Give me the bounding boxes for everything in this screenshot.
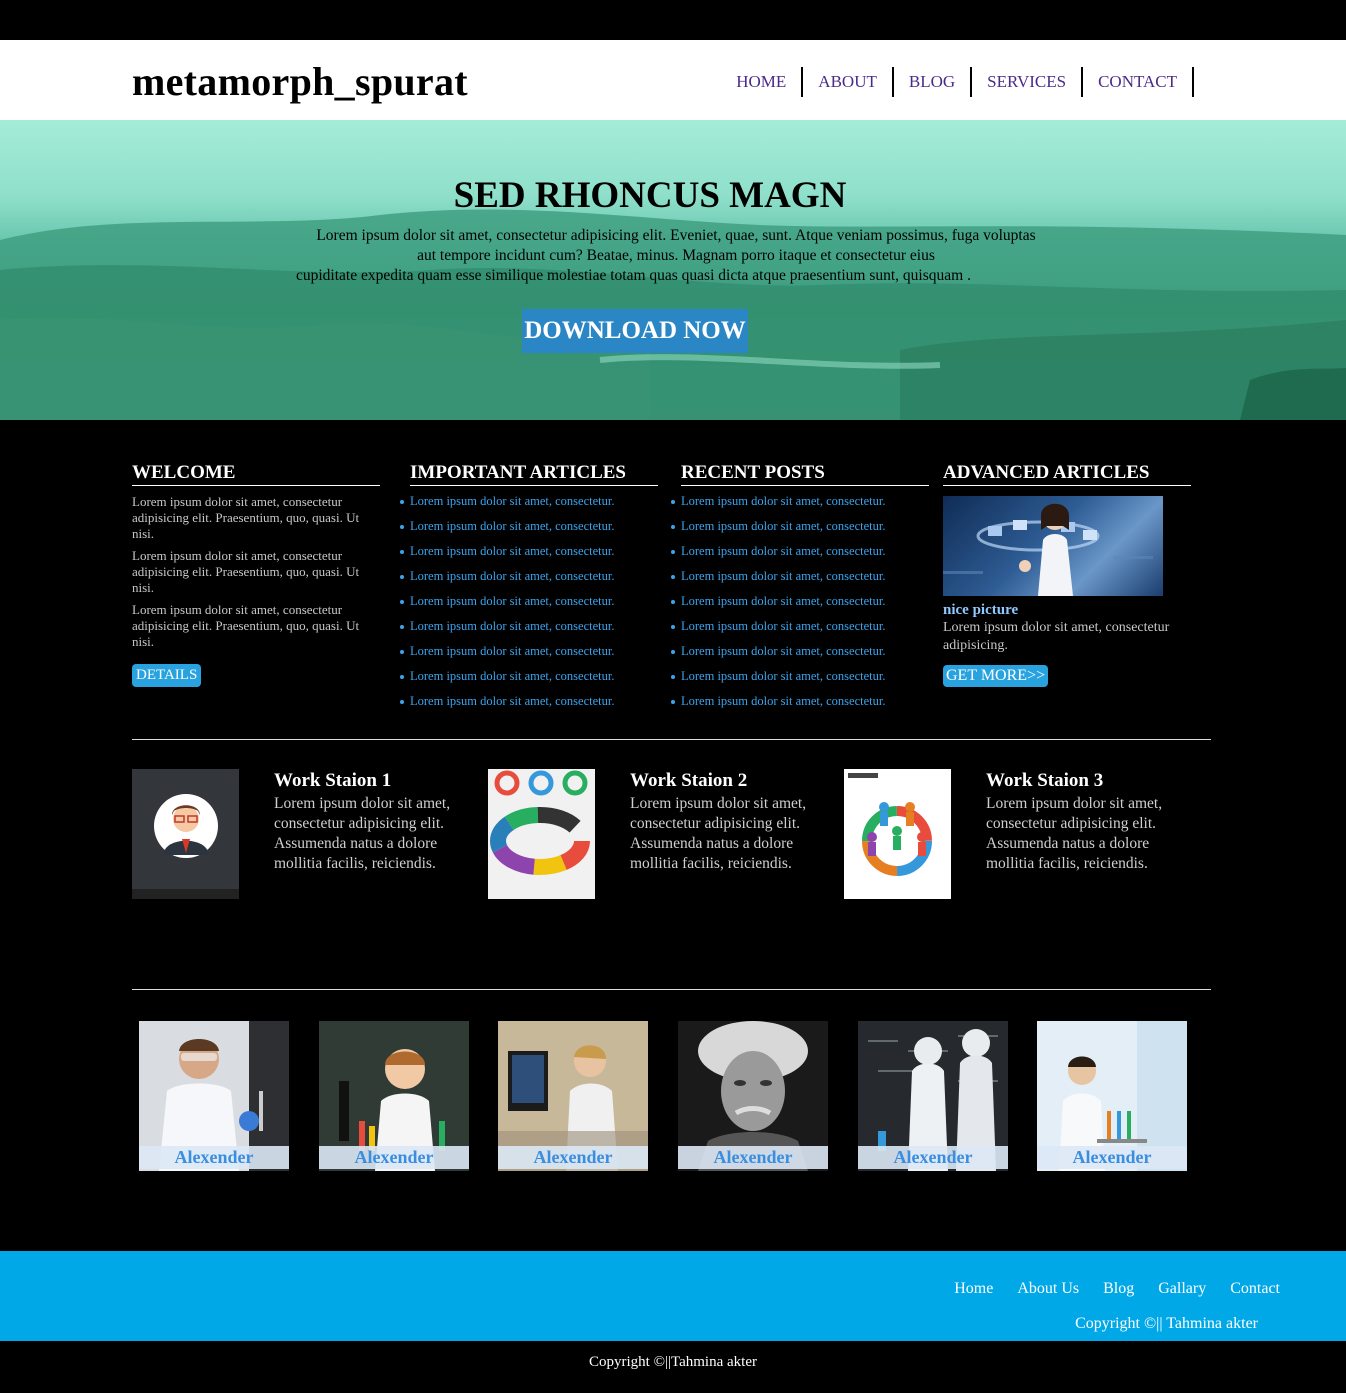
site-footer: Home About Us Blog Gallary Contact Copyr…: [0, 1251, 1346, 1341]
footer-link-gallary[interactable]: Gallary: [1158, 1280, 1206, 1298]
footer-link-blog[interactable]: Blog: [1103, 1280, 1134, 1298]
important-articles-section: IMPORTANT ARTICLES Lorem ipsum dolor sit…: [400, 462, 658, 719]
article-link[interactable]: Lorem ipsum dolor sit amet, consectetur.: [400, 619, 658, 644]
post-link[interactable]: Lorem ipsum dolor sit amet, consectetur.: [671, 544, 929, 569]
footer-link-about-us[interactable]: About Us: [1017, 1280, 1079, 1298]
nav-about[interactable]: ABOUT: [803, 67, 894, 97]
team-member-card[interactable]: Alexender: [858, 1021, 1008, 1171]
important-articles-list: Lorem ipsum dolor sit amet, consectetur.…: [400, 494, 658, 719]
team-member-card[interactable]: Alexender: [1037, 1021, 1187, 1171]
post-link[interactable]: Lorem ipsum dolor sit amet, consectetur.: [671, 619, 929, 644]
woman-tech-illustration: [943, 503, 1153, 596]
hero-text-line: aut tempore incidunt cum? Beatae, minus.…: [417, 247, 935, 264]
team-member-card[interactable]: Alexender: [319, 1021, 469, 1171]
team-member-card[interactable]: Alexender: [498, 1021, 648, 1171]
welcome-heading: WELCOME: [132, 462, 380, 486]
post-link[interactable]: Lorem ipsum dolor sit amet, consectetur.: [671, 569, 929, 594]
site-header: metamorph_spurat HOME ABOUT BLOG SERVICE…: [0, 40, 1346, 120]
post-link[interactable]: Lorem ipsum dolor sit amet, consectetur.: [671, 519, 929, 544]
recent-posts-section: RECENT POSTS Lorem ipsum dolor sit amet,…: [671, 462, 929, 719]
welcome-paragraph: Lorem ipsum dolor sit amet, consectetur …: [132, 494, 360, 541]
post-link[interactable]: Lorem ipsum dolor sit amet, consectetur.: [671, 669, 929, 694]
bottom-copyright: Copyright ©||Tahmina akter: [0, 1341, 1346, 1393]
workstation-image[interactable]: [844, 769, 951, 899]
footer-copyright: Copyright ©|| Tahmina akter: [1075, 1315, 1258, 1332]
workstation-title: Work Staion 1: [274, 770, 392, 791]
team-member-name: Alexender: [1037, 1146, 1187, 1169]
article-link[interactable]: Lorem ipsum dolor sit amet, consectetur.: [400, 644, 658, 669]
article-link[interactable]: Lorem ipsum dolor sit amet, consectetur.: [400, 694, 658, 719]
recent-posts-list: Lorem ipsum dolor sit amet, consectetur.…: [671, 494, 929, 719]
recent-posts-heading: RECENT POSTS: [681, 462, 929, 486]
article-link[interactable]: Lorem ipsum dolor sit amet, consectetur.: [400, 569, 658, 594]
article-link[interactable]: Lorem ipsum dolor sit amet, consectetur.: [400, 594, 658, 619]
nav-services[interactable]: SERVICES: [972, 67, 1084, 97]
workstation-title: Work Staion 2: [630, 770, 748, 791]
workstation-title: Work Staion 3: [986, 770, 1104, 791]
post-link[interactable]: Lorem ipsum dolor sit amet, consectetur.: [671, 694, 929, 719]
main-nav: HOME ABOUT BLOG SERVICES CONTACT: [721, 67, 1194, 97]
welcome-paragraph: Lorem ipsum dolor sit amet, consectetur …: [132, 548, 360, 595]
advanced-articles-heading: ADVANCED ARTICLES: [943, 462, 1191, 486]
post-link[interactable]: Lorem ipsum dolor sit amet, consectetur.: [671, 494, 929, 519]
important-articles-heading: IMPORTANT ARTICLES: [410, 462, 658, 486]
post-link[interactable]: Lorem ipsum dolor sit amet, consectetur.: [671, 644, 929, 669]
article-link[interactable]: Lorem ipsum dolor sit amet, consectetur.: [400, 519, 658, 544]
hero-description: Lorem ipsum dolor sit amet, consectetur …: [296, 226, 1056, 286]
team-member-name: Alexender: [858, 1146, 1008, 1169]
avatar-man-illustration: [132, 769, 239, 899]
footer-nav: Home About Us Blog Gallary Contact: [954, 1280, 1280, 1298]
circular-chart-illustration: [844, 769, 951, 899]
details-button[interactable]: DETAILS: [132, 664, 202, 687]
advanced-article-image[interactable]: [943, 496, 1163, 596]
workstation-text: Lorem ipsum dolor sit amet, consectetur …: [986, 795, 1163, 872]
welcome-section: WELCOME Lorem ipsum dolor sit amet, cons…: [132, 462, 380, 687]
section-divider: [132, 989, 1211, 990]
article-link[interactable]: Lorem ipsum dolor sit amet, consectetur.: [400, 669, 658, 694]
workstation-image[interactable]: [132, 769, 239, 899]
workstation-image[interactable]: [488, 769, 595, 899]
workstation-text: Lorem ipsum dolor sit amet, consectetur …: [274, 795, 451, 872]
hero-text-line: cupiditate expedita quam esse similique …: [296, 267, 971, 284]
team-member-name: Alexender: [498, 1146, 648, 1169]
download-now-button[interactable]: DOWNLOAD NOW: [522, 309, 748, 353]
workstation-text: Lorem ipsum dolor sit amet, consectetur …: [630, 795, 807, 872]
nav-contact[interactable]: CONTACT: [1083, 67, 1194, 97]
donut-chart-illustration: [488, 769, 595, 899]
team-member-name: Alexender: [678, 1146, 828, 1169]
advanced-article-text: Lorem ipsum dolor sit amet, consectetur …: [943, 620, 1170, 653]
hero-title: SED RHONCUS MAGN: [453, 175, 847, 216]
team-member-card[interactable]: Alexender: [678, 1021, 828, 1171]
footer-link-home[interactable]: Home: [954, 1280, 993, 1298]
team-member-card[interactable]: Alexender: [139, 1021, 289, 1171]
nav-blog[interactable]: BLOG: [894, 67, 973, 97]
hero-text-line: Lorem ipsum dolor sit amet, consectetur …: [316, 227, 1036, 244]
advanced-articles-section: ADVANCED ARTICLES nice picture Lorem ips…: [943, 462, 1191, 687]
advanced-article-caption[interactable]: nice picture: [943, 602, 1191, 619]
get-more-button[interactable]: GET MORE>>: [943, 665, 1049, 687]
nav-home[interactable]: HOME: [721, 67, 804, 97]
site-logo[interactable]: metamorph_spurat: [132, 58, 468, 105]
article-link[interactable]: Lorem ipsum dolor sit amet, consectetur.: [400, 494, 658, 519]
welcome-paragraph: Lorem ipsum dolor sit amet, consectetur …: [132, 602, 360, 649]
footer-link-contact[interactable]: Contact: [1230, 1280, 1280, 1298]
section-divider: [132, 739, 1211, 740]
team-member-name: Alexender: [139, 1146, 289, 1169]
hero-banner: SED RHONCUS MAGN Lorem ipsum dolor sit a…: [0, 120, 1346, 420]
team-member-name: Alexender: [319, 1146, 469, 1169]
article-link[interactable]: Lorem ipsum dolor sit amet, consectetur.: [400, 544, 658, 569]
page: metamorph_spurat HOME ABOUT BLOG SERVICE…: [0, 0, 1346, 1393]
post-link[interactable]: Lorem ipsum dolor sit amet, consectetur.: [671, 594, 929, 619]
